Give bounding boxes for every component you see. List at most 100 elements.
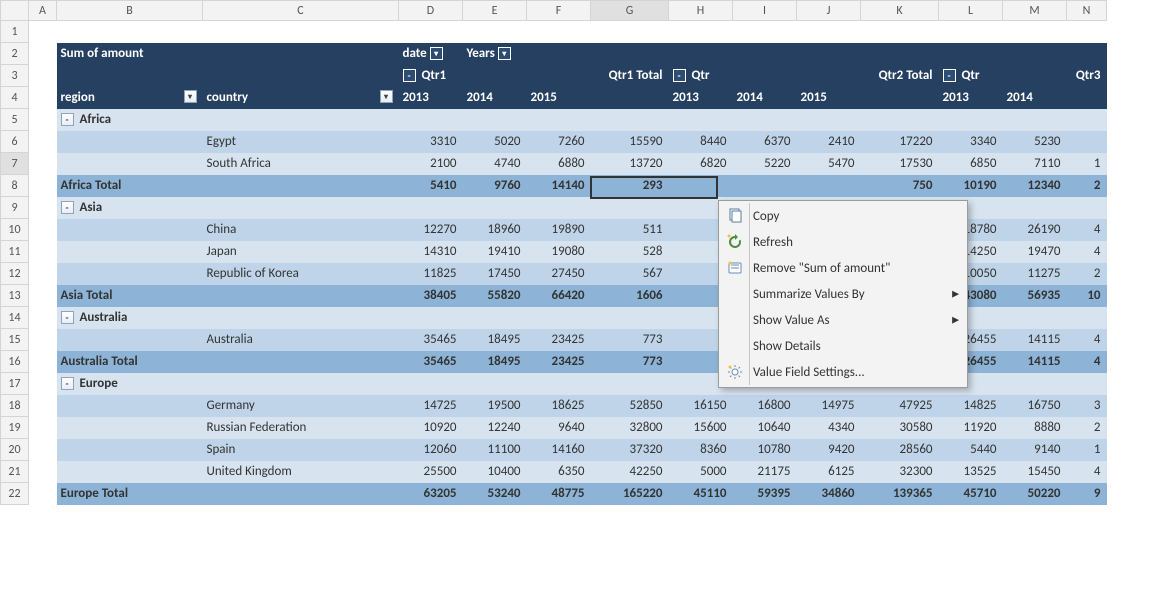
qtr1-group-header[interactable]: Qtr1 bbox=[399, 65, 591, 87]
data-cell: 6880 bbox=[527, 153, 591, 175]
collapse-icon[interactable] bbox=[61, 201, 74, 214]
column-header[interactable]: G bbox=[591, 1, 669, 21]
data-cell: 8880 bbox=[1003, 417, 1067, 439]
context-menu[interactable]: CopyRefresh Remove "Sum of amount" Summari… bbox=[718, 200, 968, 388]
row-header[interactable]: 21 bbox=[1, 461, 29, 483]
column-header[interactable]: B bbox=[57, 1, 203, 21]
collapse-icon[interactable] bbox=[61, 377, 74, 390]
context-menu-label: Show Details bbox=[753, 339, 821, 354]
data-cell: 4 bbox=[1067, 219, 1107, 241]
region-name: Africa bbox=[79, 112, 111, 127]
data-cell: 18625 bbox=[527, 395, 591, 417]
column-header[interactable]: N bbox=[1067, 1, 1107, 21]
data-cell: 4740 bbox=[463, 153, 527, 175]
subtotal-cell: 52850 bbox=[591, 395, 669, 417]
row-header[interactable]: 17 bbox=[1, 373, 29, 395]
filter-dropdown-icon[interactable] bbox=[380, 90, 393, 103]
year-header: 2014 bbox=[733, 87, 797, 109]
region-total-label: Africa Total bbox=[57, 175, 399, 197]
context-menu-item[interactable]: Refresh bbox=[721, 229, 965, 255]
context-menu-label: Remove "Sum of amount" bbox=[753, 261, 890, 276]
data-cell: 9420 bbox=[797, 439, 861, 461]
collapse-icon[interactable] bbox=[403, 69, 416, 82]
qtr3-group-header[interactable]: Qtr bbox=[939, 65, 1067, 87]
data-cell: 3310 bbox=[399, 131, 463, 153]
blank-icon bbox=[723, 335, 747, 357]
row-header[interactable]: 14 bbox=[1, 307, 29, 329]
data-cell: 10400 bbox=[463, 461, 527, 483]
blank-icon bbox=[723, 309, 747, 331]
context-menu-item[interactable]: Summarize Values By▶ bbox=[721, 281, 965, 307]
row-header[interactable]: 8 bbox=[1, 175, 29, 197]
date-field-header[interactable]: date bbox=[399, 43, 463, 65]
row-header[interactable]: 3 bbox=[1, 65, 29, 87]
country-field-header[interactable]: country bbox=[203, 87, 399, 109]
data-cell: 11825 bbox=[399, 263, 463, 285]
column-header[interactable]: M bbox=[1003, 1, 1067, 21]
row-header[interactable]: 9 bbox=[1, 197, 29, 219]
data-cell: 13525 bbox=[939, 461, 1003, 483]
row-header[interactable]: 13 bbox=[1, 285, 29, 307]
column-header[interactable]: L bbox=[939, 1, 1003, 21]
context-menu-item[interactable]: Value Field Settings... bbox=[721, 359, 965, 385]
collapse-icon[interactable] bbox=[61, 113, 74, 126]
region-row[interactable]: Europe bbox=[57, 373, 399, 395]
data-cell: 35465 bbox=[399, 329, 463, 351]
year-header: 2015 bbox=[527, 87, 591, 109]
row-header[interactable]: 4 bbox=[1, 87, 29, 109]
column-header[interactable]: K bbox=[861, 1, 939, 21]
collapse-icon[interactable] bbox=[943, 69, 956, 82]
subtotal-cell: 28560 bbox=[861, 439, 939, 461]
data-cell: 15600 bbox=[669, 417, 733, 439]
row-header[interactable]: 5 bbox=[1, 109, 29, 131]
column-header[interactable]: F bbox=[527, 1, 591, 21]
data-cell: 16750 bbox=[1003, 395, 1067, 417]
region-total-label: Australia Total bbox=[57, 351, 399, 373]
row-header[interactable]: 2 bbox=[1, 43, 29, 65]
row-header[interactable]: 10 bbox=[1, 219, 29, 241]
row-header[interactable]: 20 bbox=[1, 439, 29, 461]
column-header[interactable]: A bbox=[29, 1, 57, 21]
column-header[interactable]: J bbox=[797, 1, 861, 21]
region-field-header[interactable]: region bbox=[57, 87, 203, 109]
collapse-icon[interactable] bbox=[673, 69, 686, 82]
context-menu-item[interactable]: Show Value As▶ bbox=[721, 307, 965, 333]
data-cell: 6370 bbox=[733, 131, 797, 153]
filter-dropdown-icon[interactable] bbox=[498, 47, 511, 60]
column-header[interactable]: C bbox=[203, 1, 399, 21]
region-row[interactable]: Australia bbox=[57, 307, 399, 329]
filter-dropdown-icon[interactable] bbox=[184, 90, 197, 103]
row-header[interactable]: 16 bbox=[1, 351, 29, 373]
collapse-icon[interactable] bbox=[61, 311, 74, 324]
row-header[interactable]: 22 bbox=[1, 483, 29, 505]
column-header[interactable]: I bbox=[733, 1, 797, 21]
row-header[interactable]: 7 bbox=[1, 153, 29, 175]
column-header[interactable] bbox=[1, 1, 29, 21]
row-header[interactable]: 18 bbox=[1, 395, 29, 417]
region-row[interactable]: Africa bbox=[57, 109, 399, 131]
column-header[interactable]: D bbox=[399, 1, 463, 21]
column-header[interactable]: E bbox=[463, 1, 527, 21]
row-header[interactable]: 11 bbox=[1, 241, 29, 263]
data-cell: 18495 bbox=[463, 329, 527, 351]
years-field-header[interactable]: Years bbox=[463, 43, 527, 65]
row-header[interactable]: 6 bbox=[1, 131, 29, 153]
row-header[interactable]: 15 bbox=[1, 329, 29, 351]
qtr2-group-header[interactable]: Qtr bbox=[669, 65, 861, 87]
region-row[interactable]: Asia bbox=[57, 197, 399, 219]
data-cell: 27450 bbox=[527, 263, 591, 285]
row-header[interactable]: 1 bbox=[1, 21, 29, 43]
subtotal-cell: 15590 bbox=[591, 131, 669, 153]
context-menu-item[interactable]: Remove "Sum of amount" bbox=[721, 255, 965, 281]
column-header[interactable]: H bbox=[669, 1, 733, 21]
context-menu-item[interactable]: Show Details bbox=[721, 333, 965, 359]
data-cell: 9140 bbox=[1003, 439, 1067, 461]
data-cell: 8440 bbox=[669, 131, 733, 153]
data-cell: 2 bbox=[1067, 417, 1107, 439]
context-menu-item[interactable]: Copy bbox=[721, 203, 965, 229]
row-header[interactable]: 12 bbox=[1, 263, 29, 285]
country-cell: United Kingdom bbox=[203, 461, 399, 483]
row-header[interactable]: 19 bbox=[1, 417, 29, 439]
data-cell: 10920 bbox=[399, 417, 463, 439]
filter-dropdown-icon[interactable] bbox=[430, 47, 443, 60]
